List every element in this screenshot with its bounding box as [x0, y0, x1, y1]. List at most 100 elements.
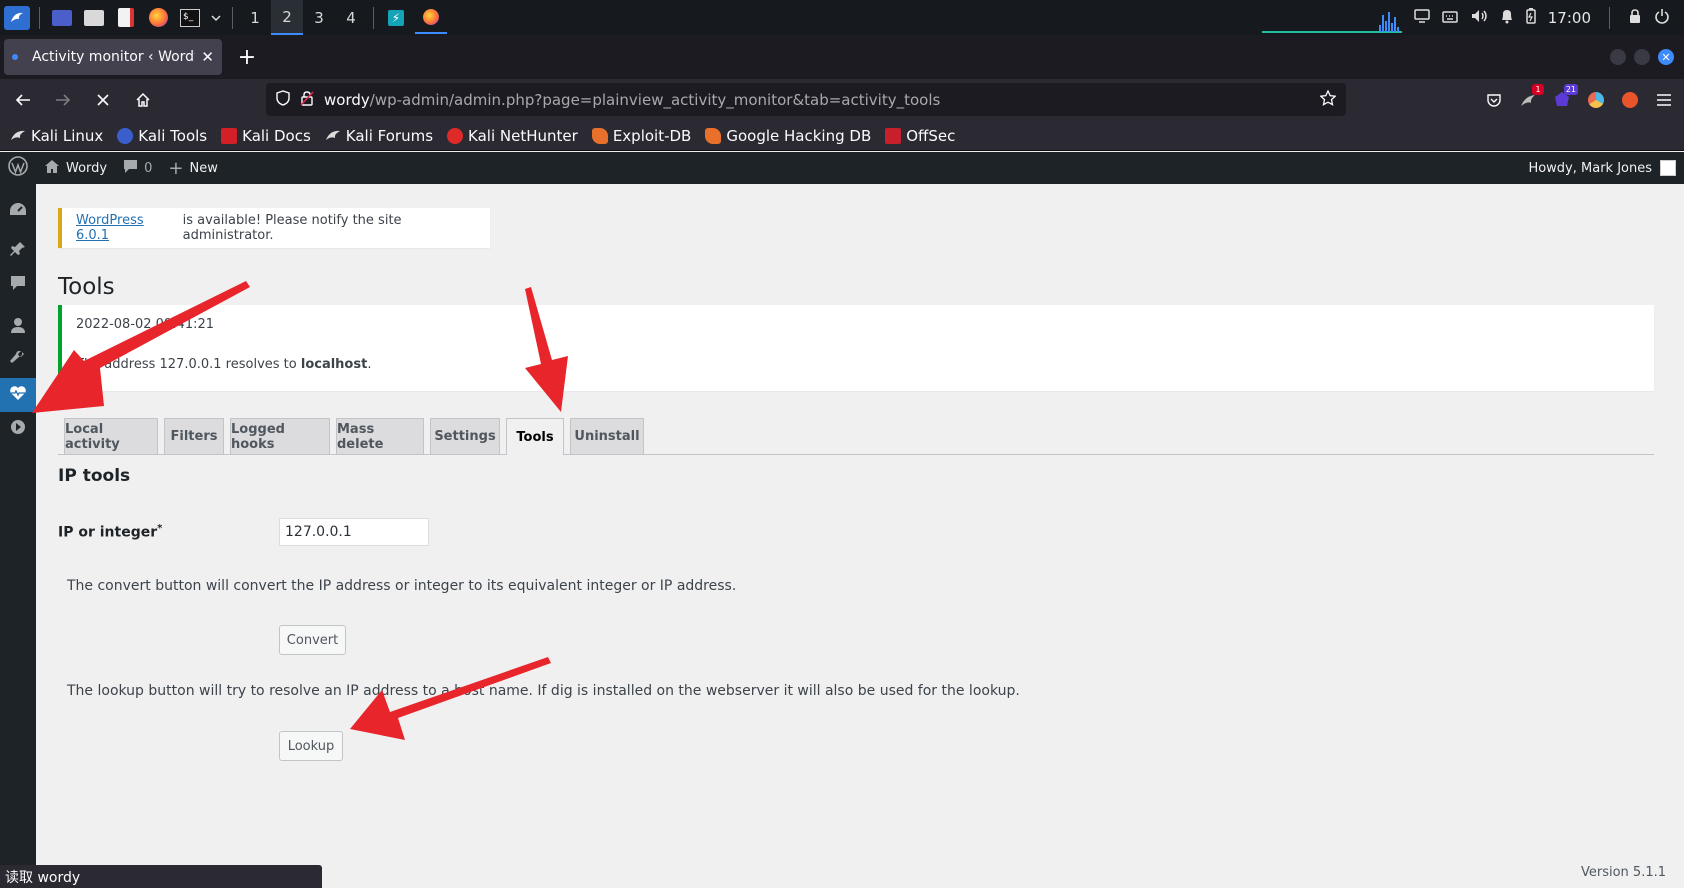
app-window-icon[interactable]: ⚡	[383, 6, 409, 30]
new-content-menu[interactable]: + New	[160, 152, 225, 184]
workspace-4[interactable]: 4	[335, 0, 367, 35]
activity-monitor-tabs: Local activity Filters Logged hooks Mass…	[58, 418, 1654, 455]
minimize-window-button[interactable]	[1610, 49, 1626, 65]
network-graph-icon	[1261, 11, 1402, 33]
lookup-description: The lookup button will try to resolve an…	[67, 683, 1020, 699]
maximize-window-button[interactable]	[1634, 49, 1650, 65]
lookup-button[interactable]: Lookup	[279, 731, 343, 761]
taskbar-separator	[232, 6, 233, 29]
taskbar-separator	[39, 6, 40, 29]
taskbar-separator	[1609, 6, 1610, 29]
update-notice-text: is available! Please notify the site adm…	[182, 213, 402, 243]
bookmark-offsec[interactable]: OffSec	[885, 127, 955, 145]
chevron-down-icon[interactable]	[209, 6, 223, 30]
url-bar[interactable]: wordy/wp-admin/admin.php?page=plainview_…	[266, 83, 1346, 116]
pushpin-icon	[10, 241, 26, 261]
text-editor-icon[interactable]	[113, 6, 139, 30]
kali-tools-icon	[117, 127, 134, 144]
bookmarks-bar: Kali Linux Kali Tools Kali Docs Kali For…	[0, 121, 1684, 151]
new-tab-button[interactable]: +	[230, 40, 264, 74]
ip-input[interactable]: 127.0.0.1	[279, 518, 429, 546]
menu-users[interactable]	[0, 310, 36, 344]
page-title: Tools	[58, 274, 115, 300]
menu-posts[interactable]	[0, 234, 36, 268]
result-timestamp: 2022-08-02 09:41:21	[76, 317, 215, 332]
terminal-icon[interactable]: $_	[177, 6, 203, 30]
foxyproxy-icon[interactable]	[1620, 90, 1640, 110]
tab-uninstall[interactable]: Uninstall	[570, 418, 644, 454]
home-icon	[44, 159, 60, 178]
bookmark-kali-nethunter[interactable]: Kali NetHunter	[447, 127, 578, 145]
clock[interactable]: 17:00	[1548, 9, 1591, 27]
convert-description: The convert button will convert the IP a…	[67, 578, 737, 594]
tracking-shield-icon[interactable]	[276, 89, 290, 110]
tab-tools[interactable]: Tools	[506, 418, 564, 455]
monitor-icon[interactable]	[1414, 8, 1430, 27]
browser-nav-bar: wordy/wp-admin/admin.php?page=plainview_…	[0, 79, 1684, 121]
desktop-icon[interactable]	[49, 6, 75, 30]
menu-comments[interactable]	[0, 268, 36, 302]
close-window-button[interactable]: ✕	[1658, 49, 1674, 65]
extension-purple-icon[interactable]: 21	[1552, 84, 1578, 110]
volume-icon[interactable]	[1470, 8, 1488, 28]
close-icon[interactable]: ✕	[201, 48, 214, 66]
workspace-1[interactable]: 1	[239, 0, 271, 35]
avatar[interactable]	[1660, 160, 1676, 176]
home-button[interactable]	[126, 83, 160, 117]
lock-icon[interactable]	[1628, 8, 1642, 28]
kali-menu-icon[interactable]	[4, 5, 30, 30]
firefox-launcher-icon[interactable]	[145, 6, 171, 30]
wp-logo-menu[interactable]	[0, 152, 36, 184]
file-manager-icon[interactable]	[81, 6, 107, 30]
menu-collapse[interactable]	[0, 412, 36, 446]
tab-settings[interactable]: Settings	[430, 418, 500, 454]
insecure-lock-icon[interactable]	[300, 90, 314, 110]
stop-loading-button[interactable]	[86, 83, 120, 117]
bookmark-kali-linux[interactable]: Kali Linux	[10, 127, 103, 145]
forward-button[interactable]	[46, 83, 80, 117]
hamburger-menu-icon[interactable]	[1654, 90, 1674, 110]
workspace-3[interactable]: 3	[303, 0, 335, 35]
convert-button[interactable]: Convert	[279, 625, 346, 655]
menu-activity-monitor[interactable]	[0, 378, 36, 412]
extension-icon[interactable]: 1	[1518, 84, 1544, 110]
tab-local-activity[interactable]: Local activity	[64, 418, 158, 454]
wp-version: Version 5.1.1	[1580, 865, 1666, 880]
workspace-2[interactable]: 2	[271, 0, 303, 35]
loading-dot-icon	[12, 54, 18, 60]
tab-mass-delete[interactable]: Mass delete	[336, 418, 424, 454]
browser-tab-activity-monitor[interactable]: Activity monitor ‹ Wordy · ✕	[4, 39, 222, 75]
bookmark-google-hacking-db[interactable]: Google Hacking DB	[705, 127, 871, 145]
keyboard-icon[interactable]	[1442, 9, 1458, 27]
wordpress-update-link[interactable]: WordPress 6.0.1	[76, 213, 179, 243]
howdy-user[interactable]: Howdy, Mark Jones	[1528, 161, 1652, 176]
required-mark: *	[157, 523, 163, 534]
bookmark-star-icon[interactable]	[1319, 88, 1337, 110]
wappalyzer-icon[interactable]	[1586, 90, 1606, 110]
notification-bell-icon[interactable]	[1500, 8, 1514, 28]
nethunter-icon	[447, 127, 464, 144]
tab-logged-hooks[interactable]: Logged hooks	[230, 418, 330, 454]
bookmark-kali-tools[interactable]: Kali Tools	[117, 127, 207, 145]
taskbar-separator	[373, 6, 374, 29]
play-circle-icon	[10, 419, 26, 439]
menu-tools[interactable]	[0, 344, 36, 378]
comment-bubble-icon	[10, 275, 26, 295]
bookmark-exploit-db[interactable]: Exploit-DB	[591, 127, 691, 145]
bookmark-kali-docs[interactable]: Kali Docs	[221, 127, 311, 145]
menu-dashboard[interactable]	[0, 194, 36, 228]
tab-filters[interactable]: Filters	[164, 418, 224, 454]
battery-icon[interactable]	[1526, 7, 1536, 28]
firefox-window-icon[interactable]	[415, 1, 447, 34]
site-name: Wordy	[66, 160, 108, 176]
pocket-icon[interactable]	[1484, 90, 1504, 110]
power-icon[interactable]	[1654, 8, 1670, 28]
wordpress-logo-icon	[8, 156, 28, 180]
bookmark-kali-forums[interactable]: Kali Forums	[325, 127, 433, 145]
comments-menu[interactable]: 0	[115, 152, 160, 184]
kali-forums-icon	[325, 128, 341, 144]
extension-badge: 1	[1532, 84, 1544, 95]
site-name-menu[interactable]: Wordy	[36, 152, 115, 184]
ip-tools-heading: IP tools	[58, 466, 131, 486]
back-button[interactable]	[6, 83, 40, 117]
